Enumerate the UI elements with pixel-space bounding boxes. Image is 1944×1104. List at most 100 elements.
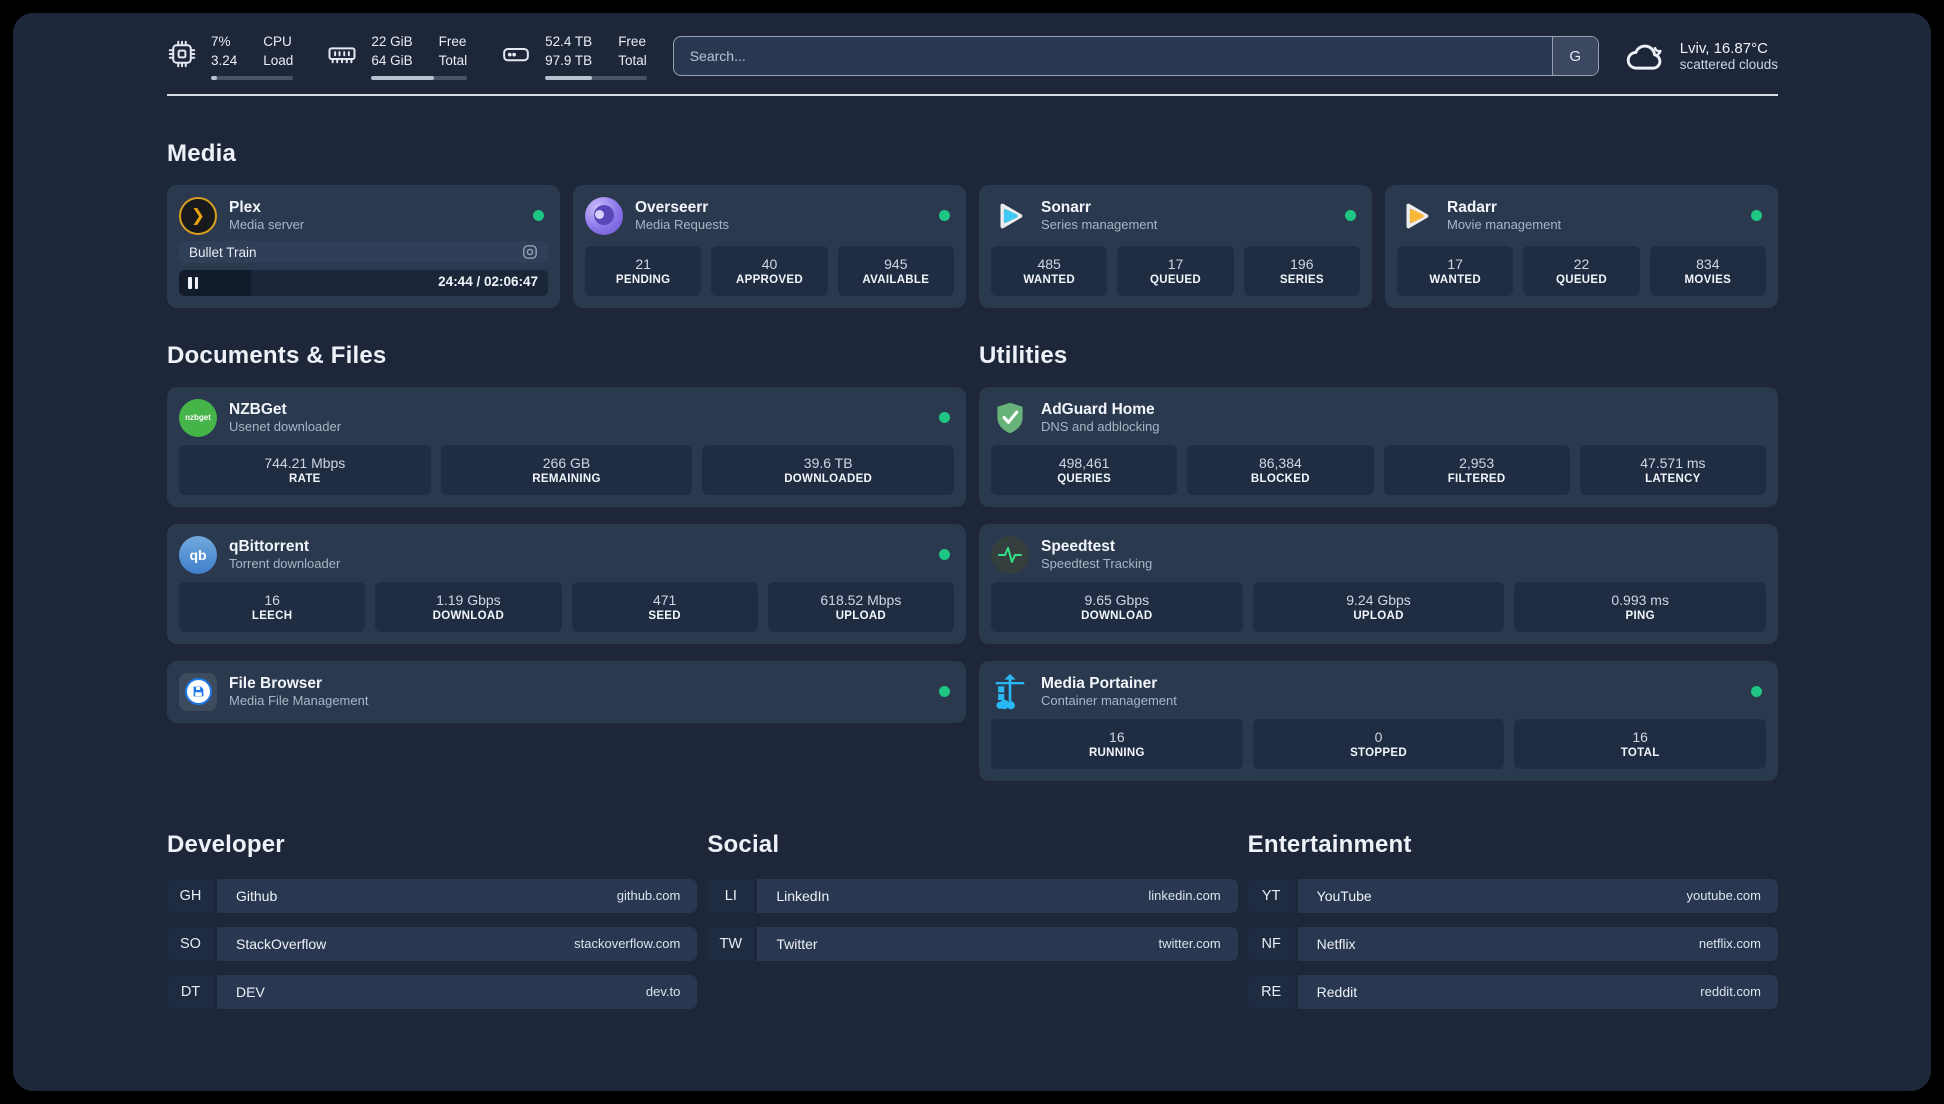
stat-label: QUEUED: [1149, 273, 1201, 286]
view-settings-icon[interactable]: [522, 244, 538, 260]
disk-progress: [545, 75, 647, 80]
stat-tile: 9.65 Gbps DOWNLOAD: [991, 581, 1243, 632]
ram-stat: 22 GiB Free 64 GiB Total: [327, 33, 468, 80]
speedtest-card[interactable]: Speedtest Speedtest Tracking 9.65 Gbps DO…: [979, 523, 1778, 644]
stat-tile: 47.571 ms LATENCY: [1579, 444, 1766, 495]
stat-value: 17: [1167, 255, 1184, 272]
filebrowser-card[interactable]: File Browser Media File Management: [167, 660, 966, 723]
portainer-icon: [991, 673, 1029, 711]
app-desc: DNS and adblocking: [1041, 419, 1160, 435]
section-social: Social LI LinkedIn linkedin.com TW Twitte…: [707, 831, 1238, 975]
app-name: Plex: [229, 198, 261, 216]
adguard-card[interactable]: AdGuard Home DNS and adblocking 498,461 Q…: [979, 386, 1778, 507]
bookmark-name: LinkedIn: [776, 887, 830, 904]
bookmark-github[interactable]: GH Github github.com: [167, 878, 698, 913]
section-utilities: Utilities AdGuard Home DNS and adblockin…: [979, 342, 1778, 781]
portainer-card[interactable]: Media Portainer Container management 16 R…: [979, 660, 1778, 781]
stat-value: 16: [1109, 728, 1125, 745]
stat-value: 16: [1632, 728, 1648, 745]
bookmark-reddit[interactable]: RE Reddit reddit.com: [1247, 974, 1778, 1009]
section-entertainment: Entertainment YT YouTube youtube.com NF N…: [1247, 831, 1778, 1023]
stat-label: DOWNLOAD: [1081, 609, 1153, 622]
stat-tile: 0 STOPPED: [1252, 718, 1505, 769]
nzbget-card[interactable]: nzbget NZBGet Usenet downloader 744.21 M…: [167, 386, 966, 507]
stat-label: MOVIES: [1684, 273, 1732, 286]
stat-value: 0.993 ms: [1611, 591, 1669, 608]
bookmark-netflix[interactable]: NF Netflix netflix.com: [1247, 926, 1778, 961]
stat-value: 17: [1447, 255, 1463, 272]
bookmark-twitter[interactable]: TW Twitter twitter.com: [707, 926, 1238, 961]
ram-total-label: Total: [438, 52, 468, 68]
playback-progress[interactable]: 24:44 / 02:06:47: [179, 269, 548, 296]
stat-tile: 21 PENDING: [585, 245, 702, 296]
radarr-icon: [1397, 197, 1435, 235]
stat-tile: 834 MOVIES: [1649, 245, 1766, 296]
bookmark-name: Netflix: [1316, 935, 1356, 952]
stat-tile: 86,384 BLOCKED: [1187, 444, 1374, 495]
stat-tile: 16 TOTAL: [1514, 718, 1767, 769]
system-stats: 7% CPU 3.24 Load 22 GiB Free 64 GiB Tota…: [167, 33, 647, 80]
stat-value: 2,953: [1459, 454, 1495, 471]
stat-label: QUERIES: [1057, 472, 1112, 485]
search-input[interactable]: [673, 37, 1552, 76]
status-dot: [939, 412, 950, 424]
stat-tile: 744.21 Mbps RATE: [179, 444, 431, 495]
cpu-icon: [168, 40, 196, 68]
stat-label: WANTED: [1023, 273, 1075, 286]
stat-label: UPLOAD: [1353, 609, 1404, 622]
stat-label: AVAILABLE: [862, 273, 930, 286]
search-engine-button[interactable]: G: [1551, 37, 1598, 76]
stat-tile: 1.19 Gbps DOWNLOAD: [375, 581, 562, 632]
stat-value: 47.571 ms: [1640, 454, 1706, 471]
stat-tile: 498,461 QUERIES: [991, 444, 1178, 495]
stat-value: 618.52 Mbps: [820, 591, 902, 608]
stat-label: QUEUED: [1555, 273, 1607, 286]
memory-icon: [328, 47, 356, 64]
stat-label: APPROVED: [736, 273, 803, 286]
bookmark-domain: linkedin.com: [1148, 888, 1221, 904]
app-name: AdGuard Home: [1041, 400, 1155, 418]
app-desc: Media Requests: [635, 217, 729, 233]
cloud-icon: [1626, 45, 1662, 70]
status-dot: [939, 686, 950, 698]
stat-tile: 485 WANTED: [991, 245, 1108, 296]
radarr-card[interactable]: Radarr Movie management 17 WANTED 22 QUEUE…: [1385, 184, 1778, 308]
stat-label: LATENCY: [1645, 472, 1701, 485]
dashboard: 7% CPU 3.24 Load 22 GiB Free 64 GiB Tota…: [13, 13, 1931, 1091]
app-desc: Series management: [1041, 217, 1158, 233]
section-documents: Documents & Files nzbget NZBGet Usenet d…: [167, 342, 966, 723]
bookmark-domain: netflix.com: [1698, 936, 1761, 952]
bookmark-abbr: LI: [707, 878, 755, 913]
bookmark-stackoverflow[interactable]: SO StackOverflow stackoverflow.com: [167, 926, 698, 961]
bookmark-dev[interactable]: DT DEV dev.to: [167, 974, 698, 1009]
search-bar: G: [672, 36, 1599, 77]
bookmark-youtube[interactable]: YT YouTube youtube.com: [1247, 878, 1778, 913]
qbittorrent-card[interactable]: qb qBittorrent Torrent downloader 16 LEEC…: [167, 523, 966, 644]
pause-icon[interactable]: [188, 276, 198, 289]
cpu-stat: 7% CPU 3.24 Load: [167, 33, 294, 80]
stat-value: 485: [1037, 255, 1061, 272]
stat-label: DOWNLOAD: [432, 609, 505, 622]
stat-tile: 471 SEED: [571, 581, 758, 632]
sonarr-card[interactable]: Sonarr Series management 485 WANTED 17 QUE…: [979, 184, 1372, 308]
stat-value: 498,461: [1058, 454, 1110, 471]
bookmark-name: YouTube: [1316, 887, 1372, 904]
bookmark-abbr: RE: [1247, 974, 1295, 1009]
status-dot: [939, 549, 950, 561]
bookmark-name: DEV: [236, 983, 265, 1000]
bookmark-linkedin[interactable]: LI LinkedIn linkedin.com: [707, 878, 1238, 913]
app-name: Media Portainer: [1041, 674, 1158, 692]
now-playing-title: Bullet Train: [189, 244, 257, 260]
bookmark-domain: reddit.com: [1700, 984, 1761, 1000]
status-dot: [1345, 210, 1356, 222]
overseerr-card[interactable]: Overseerr Media Requests 21 PENDING 40 APP…: [573, 184, 966, 308]
ram-total: 64 GiB: [371, 52, 413, 68]
app-desc: Torrent downloader: [229, 556, 341, 572]
sonarr-icon: [991, 197, 1029, 235]
stat-tile: 618.52 Mbps UPLOAD: [767, 581, 954, 632]
stat-value: 471: [652, 591, 677, 608]
stat-tile: 17 QUEUED: [1117, 245, 1234, 296]
weather-location: Lviv, 16.87°C: [1679, 40, 1768, 58]
plex-card[interactable]: ❯ Plex Media server Bullet Train 24:44 /…: [167, 184, 560, 308]
section-title-media: Media: [167, 139, 237, 167]
